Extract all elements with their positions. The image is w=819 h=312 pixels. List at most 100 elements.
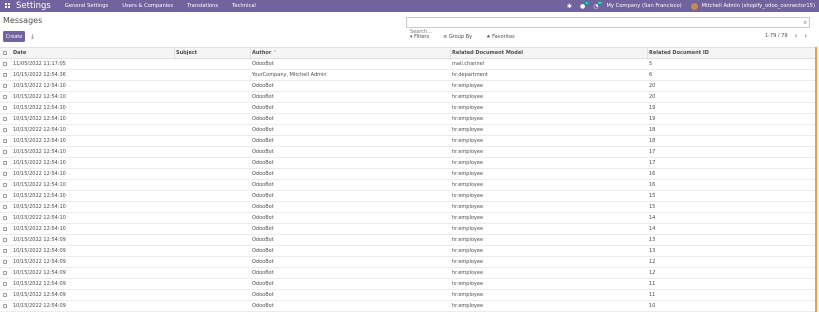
row-checkbox[interactable] (0, 84, 10, 88)
cell-model: hr.employee (452, 193, 484, 199)
header-model[interactable]: Related Document Model (452, 50, 523, 56)
cell-author: OdooBot (252, 270, 274, 276)
cell-model: hr.employee (452, 303, 484, 309)
row-checkbox[interactable] (0, 216, 10, 220)
company-switcher[interactable]: My Company (San Francisco) (606, 3, 681, 9)
chat-icon[interactable]: ● 5 (580, 0, 590, 10)
cell-author: YourCompany, Mitchell Admin (252, 72, 327, 78)
table-row[interactable]: 10/15/2022 12:54:36 YourCompany, Mitchell… (0, 70, 817, 81)
row-checkbox[interactable] (0, 172, 10, 176)
row-checkbox[interactable] (0, 205, 10, 209)
filters-button[interactable]: ▾ Filters (410, 34, 436, 40)
cell-date: 10/15/2022 12:54:09 (13, 259, 66, 265)
header-subject[interactable]: Subject (176, 50, 197, 56)
cell-date: 10/15/2022 12:54:10 (13, 83, 66, 89)
table-row[interactable]: 10/15/2022 12:54:09 OdooBot hr.employee 13 (0, 235, 817, 246)
row-checkbox[interactable] (0, 227, 10, 231)
cell-model: hr.employee (452, 270, 484, 276)
header-author[interactable]: Author ⌃ (252, 50, 277, 56)
row-checkbox[interactable] (0, 282, 10, 286)
table-row[interactable]: 10/15/2022 12:54:10 OdooBot hr.employee 15 (0, 202, 817, 213)
app-brand[interactable]: Settings (16, 1, 51, 11)
table-row[interactable]: 10/15/2022 12:54:10 OdooBot hr.employee 18 (0, 125, 817, 136)
table-row[interactable]: 10/15/2022 12:54:09 OdooBot hr.employee 11 (0, 290, 817, 301)
bug-icon[interactable]: ✱ (567, 3, 572, 10)
table-row[interactable]: 10/15/2022 12:54:10 OdooBot hr.employee 14 (0, 213, 817, 224)
menu-translations[interactable]: Translations (187, 3, 218, 9)
row-checkbox[interactable] (0, 128, 10, 132)
pager: 1-79 / 79 ‹ › (765, 32, 807, 40)
table-row[interactable]: 10/15/2022 12:54:09 OdooBot hr.employee 12 (0, 257, 817, 268)
page-title: Messages (3, 16, 43, 25)
row-checkbox[interactable] (0, 139, 10, 143)
search-icon[interactable]: ⌕ (804, 19, 807, 27)
cell-author: OdooBot (252, 127, 274, 133)
groupby-button[interactable]: ≡ Group By (443, 34, 479, 40)
menu-technical[interactable]: Technical (232, 3, 256, 9)
cell-model: hr.employee (452, 116, 484, 122)
cell-model: hr.employee (452, 160, 484, 166)
favorites-button[interactable]: ★ Favorites (486, 34, 522, 40)
table-row[interactable]: 10/15/2022 12:54:09 OdooBot hr.employee 13 (0, 246, 817, 257)
table-row[interactable]: 10/15/2022 12:54:10 OdooBot hr.employee 19 (0, 114, 817, 125)
activity-icon[interactable]: ◔ 37 (593, 0, 603, 10)
table-row[interactable]: 10/15/2022 12:54:10 OdooBot hr.employee 14 (0, 224, 817, 235)
table-header: Date Subject Author ⌃ Related Document M… (0, 47, 817, 60)
cell-date: 10/15/2022 12:54:10 (13, 94, 66, 100)
cell-author: OdooBot (252, 215, 274, 221)
row-checkbox[interactable] (0, 106, 10, 110)
table-row[interactable]: 10/15/2022 12:54:10 OdooBot hr.employee 16 (0, 169, 817, 180)
pager-next-icon[interactable]: › (804, 32, 807, 40)
table-row[interactable]: 10/15/2022 12:54:10 OdooBot hr.employee 15 (0, 191, 817, 202)
create-button[interactable]: Create (3, 31, 25, 42)
row-checkbox[interactable] (0, 150, 10, 154)
row-checkbox[interactable] (0, 161, 10, 165)
row-checkbox[interactable] (0, 249, 10, 253)
cell-docid: 17 (649, 149, 656, 155)
row-checkbox[interactable] (0, 62, 10, 66)
table-row[interactable]: 10/15/2022 12:54:09 OdooBot hr.employee 11 (0, 279, 817, 290)
avatar[interactable] (690, 2, 698, 10)
table-row[interactable]: 10/15/2022 12:54:10 OdooBot hr.employee 18 (0, 136, 817, 147)
table-row[interactable]: 10/15/2022 12:54:09 OdooBot hr.employee 10 (0, 301, 817, 312)
row-checkbox[interactable] (0, 183, 10, 187)
row-checkbox[interactable] (0, 271, 10, 275)
scrollbar[interactable] (815, 47, 817, 312)
row-checkbox[interactable] (0, 260, 10, 264)
table-row[interactable]: 10/15/2022 12:54:10 OdooBot hr.employee 20 (0, 81, 817, 92)
table-row[interactable]: 10/15/2022 12:54:09 OdooBot hr.employee 12 (0, 268, 817, 279)
cell-docid: 14 (649, 215, 656, 221)
row-checkbox[interactable] (0, 194, 10, 198)
table-row[interactable]: 10/15/2022 12:54:10 OdooBot hr.employee 20 (0, 92, 817, 103)
table-row[interactable]: 10/15/2022 12:54:10 OdooBot hr.employee 19 (0, 103, 817, 114)
row-checkbox[interactable] (0, 304, 10, 308)
table-row[interactable]: 10/15/2022 12:54:10 OdooBot hr.employee 17 (0, 158, 817, 169)
download-icon[interactable]: ⤓ (27, 31, 38, 42)
pager-value[interactable]: 1-79 / 79 (765, 33, 788, 39)
cell-model: hr.employee (452, 292, 484, 298)
row-checkbox[interactable] (0, 73, 10, 77)
cell-author: OdooBot (252, 182, 274, 188)
user-menu[interactable]: Mitchell Admin (shopify_odoo_connector15… (702, 3, 815, 9)
table-row[interactable]: 11/05/2022 11:17:05 OdooBot mail.channel 5 (0, 59, 817, 70)
row-checkbox[interactable] (0, 117, 10, 121)
cell-author: OdooBot (252, 160, 274, 166)
header-docid[interactable]: Related Document ID (649, 50, 709, 56)
pager-previous-icon[interactable]: ‹ (795, 32, 798, 40)
header-date[interactable]: Date (13, 50, 26, 56)
row-checkbox[interactable] (0, 95, 10, 99)
row-checkbox[interactable] (0, 293, 10, 297)
menu-general-settings[interactable]: General Settings (65, 3, 108, 9)
apps-menu-icon[interactable] (1, 0, 15, 12)
table-body: 11/05/2022 11:17:05 OdooBot mail.channel 5 1… (0, 59, 817, 312)
cell-author: OdooBot (252, 116, 274, 122)
table-row[interactable]: 10/15/2022 12:54:10 OdooBot hr.employee 17 (0, 147, 817, 158)
cell-model: hr.employee (452, 83, 484, 89)
cell-date: 10/15/2022 12:54:09 (13, 237, 66, 243)
menu-users-companies[interactable]: Users & Companies (122, 3, 173, 9)
cell-docid: 15 (649, 193, 656, 199)
table-row[interactable]: 10/15/2022 12:54:10 OdooBot hr.employee 16 (0, 180, 817, 191)
row-checkbox[interactable] (0, 238, 10, 242)
cell-model: hr.employee (452, 182, 484, 188)
select-all-checkbox[interactable] (0, 51, 10, 55)
